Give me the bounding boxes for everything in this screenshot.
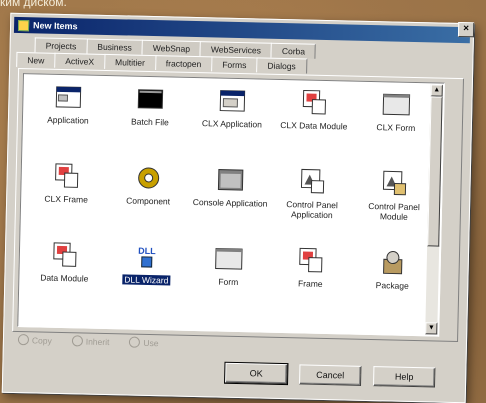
radio-inherit[interactable]: Inherit <box>71 335 110 347</box>
list-item[interactable]: CLX Application <box>190 86 274 167</box>
delphi-icon <box>17 19 30 31</box>
list-item[interactable]: Console Application <box>188 165 272 246</box>
close-button[interactable]: × <box>457 21 475 38</box>
list-item[interactable]: Control Panel Module <box>352 169 436 250</box>
list-item[interactable]: Package <box>350 248 434 329</box>
tab-fractopen[interactable]: fractopen <box>154 55 213 72</box>
radio-dot-icon <box>129 336 141 348</box>
dll-wizard-icon: DLL <box>132 243 163 272</box>
package-icon <box>377 248 408 277</box>
button-row: OK Cancel Help <box>224 361 436 388</box>
tab-forms[interactable]: Forms <box>211 56 258 73</box>
radio-dot-icon <box>17 334 30 346</box>
item-label: DLL Wizard <box>122 274 171 286</box>
dll-icon-text: DLL <box>138 246 156 256</box>
control-panel-application-icon <box>297 167 328 196</box>
clx-form-icon <box>381 90 412 119</box>
caption-text: ким диском. <box>0 0 67 9</box>
tab-corba[interactable]: Corba <box>270 42 317 59</box>
tab-projects[interactable]: Projects <box>34 37 88 54</box>
list-item[interactable]: Frame <box>268 246 352 327</box>
item-label: Application <box>47 114 89 126</box>
dialog-title: New Items <box>32 20 78 32</box>
item-label: CLX Frame <box>44 193 88 205</box>
tab-activex[interactable]: ActiveX <box>54 52 106 69</box>
scroll-up-arrow-icon[interactable]: ▲ <box>430 84 443 97</box>
control-panel-module-icon <box>379 169 410 198</box>
component-icon <box>133 164 164 193</box>
list-item[interactable]: CLX Frame <box>24 161 108 242</box>
list-item[interactable]: Form <box>186 244 270 325</box>
item-label: Data Module <box>40 272 89 284</box>
help-button[interactable]: Help <box>372 366 436 388</box>
item-label: CLX Application <box>201 118 263 130</box>
item-label: Component <box>126 195 171 207</box>
radio-label: Use <box>143 337 159 348</box>
radio-dot-icon <box>71 335 83 347</box>
list-item[interactable]: CLX Form <box>354 90 438 171</box>
clx-data-module-icon <box>299 88 330 117</box>
items-list[interactable]: Application Batch File CLX Application C… <box>17 73 445 337</box>
ok-button[interactable]: OK <box>224 361 289 386</box>
console-application-icon <box>215 165 246 194</box>
clx-frame-icon <box>51 162 82 191</box>
item-label: Frame <box>297 278 323 289</box>
list-item-selected[interactable]: DLL DLL Wizard <box>104 242 188 323</box>
application-icon <box>53 83 84 112</box>
tab-page-new: Application Batch File CLX Application C… <box>12 67 465 343</box>
scroll-down-arrow-icon[interactable]: ▼ <box>425 322 438 335</box>
frame-icon <box>296 246 327 275</box>
radio-label: Copy <box>31 334 52 346</box>
tab-websnap[interactable]: WebSnap <box>141 39 202 57</box>
list-item[interactable]: Control Panel Application <box>270 167 354 248</box>
list-item[interactable]: Data Module <box>22 240 106 321</box>
scroll-thumb[interactable] <box>427 96 443 247</box>
item-label: Batch File <box>130 116 169 128</box>
tab-multitier[interactable]: Multitier <box>103 53 157 71</box>
item-label: Console Application <box>192 196 268 209</box>
item-label: CLX Form <box>376 122 416 133</box>
tab-new[interactable]: New <box>16 51 56 68</box>
list-item[interactable]: CLX Data Module <box>272 88 356 169</box>
tab-dialogs[interactable]: Dialogs <box>256 57 307 74</box>
radio-label: Inherit <box>85 336 110 347</box>
tab-business[interactable]: Business <box>86 38 144 55</box>
item-label: Package <box>375 280 409 291</box>
radio-copy[interactable]: Copy <box>17 334 52 346</box>
item-label: CLX Data Module <box>280 119 348 132</box>
batch-file-icon <box>135 85 166 114</box>
item-label: Control Panel Application <box>286 199 338 221</box>
cancel-button[interactable]: Cancel <box>299 364 362 386</box>
clx-application-icon <box>217 87 248 116</box>
item-label: Control Panel Module <box>368 200 420 222</box>
item-label: Form <box>218 276 239 288</box>
list-item[interactable]: Component <box>106 163 190 244</box>
form-icon <box>214 244 245 273</box>
data-module-icon <box>50 241 81 270</box>
radio-use[interactable]: Use <box>129 336 159 349</box>
tab-webservices[interactable]: WebServices <box>199 41 273 58</box>
mode-radio-group: Copy Inherit Use <box>17 334 159 349</box>
list-item[interactable]: Application <box>26 82 110 163</box>
list-item[interactable]: Batch File <box>108 84 192 165</box>
new-items-dialog: New Items × Projects Business WebSnap We… <box>1 12 475 403</box>
